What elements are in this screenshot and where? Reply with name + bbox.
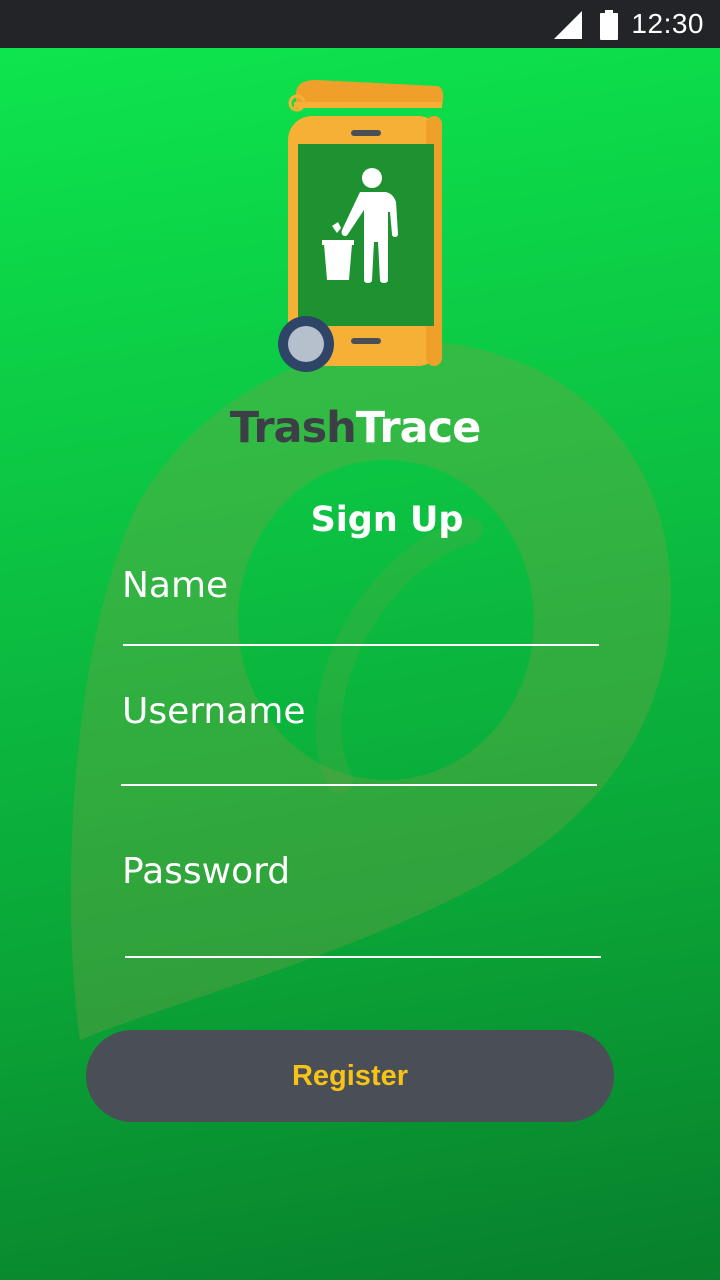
password-label: Password — [122, 851, 291, 892]
app-title-trace: Trace — [355, 403, 481, 453]
password-input[interactable] — [125, 904, 601, 958]
register-button[interactable]: Register — [86, 1030, 614, 1122]
app-title-trash: Trash — [229, 403, 357, 453]
username-input[interactable] — [121, 740, 597, 786]
name-label: Name — [122, 565, 229, 606]
phone-trash-person-icon — [278, 80, 444, 372]
sign-up-heading: Sign Up — [310, 500, 464, 540]
app-title: TrashTrace — [0, 400, 710, 456]
username-label: Username — [122, 691, 306, 732]
name-input[interactable] — [123, 604, 599, 646]
